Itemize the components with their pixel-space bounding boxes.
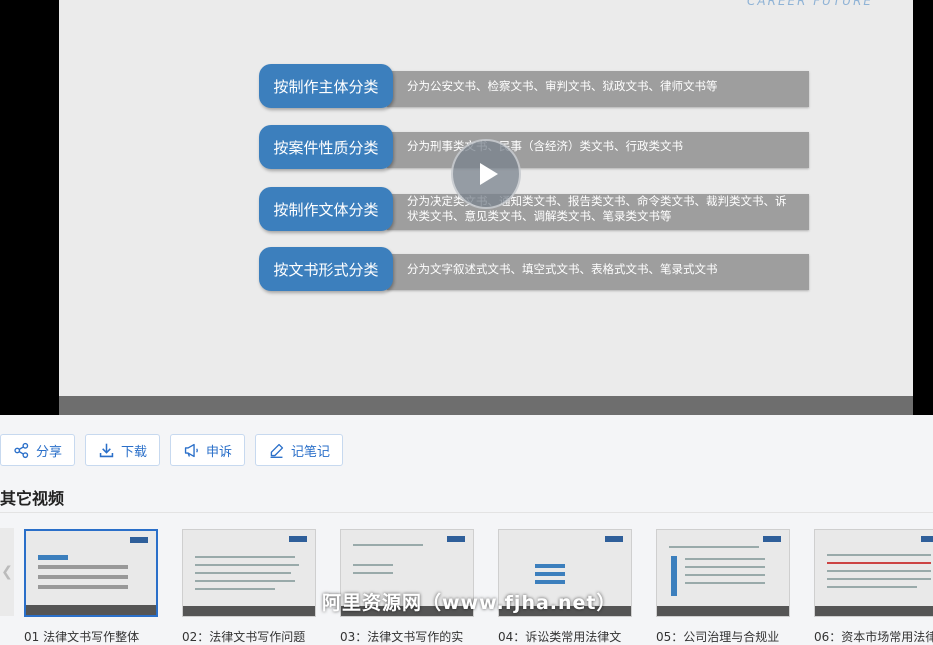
- video-thumbnail[interactable]: [24, 529, 158, 617]
- slide-row: 按制作主体分类 分为公安文书、检察文书、审判文书、狱政文书、律师文书等: [259, 64, 809, 108]
- video-player[interactable]: CAREER FUTURE 按制作主体分类 分为公安文书、检察文书、审判文书、狱…: [0, 0, 933, 415]
- slide-row: 按文书形式分类 分为文字叙述式文书、填空式文书、表格式文书、笔录式文书: [259, 247, 809, 291]
- divider: [0, 512, 933, 513]
- video-thumbnail[interactable]: [656, 529, 790, 617]
- action-toolbar: 分享 下载 申诉 记笔记: [0, 434, 343, 468]
- carousel-prev-button[interactable]: ❮: [0, 528, 14, 616]
- slide-logo: CAREER FUTURE: [747, 0, 873, 8]
- share-icon: [13, 442, 30, 459]
- video-title[interactable]: 02：法律文书写作问题: [182, 628, 316, 645]
- notes-button[interactable]: 记笔记: [255, 434, 343, 466]
- download-button[interactable]: 下载: [85, 434, 160, 466]
- section-title: 其它视频: [0, 485, 64, 509]
- video-title[interactable]: 05：公司治理与合规业: [656, 628, 790, 645]
- row-desc: 分为公安文书、检察文书、审判文书、狱政文书、律师文书等: [407, 79, 797, 94]
- share-label: 分享: [36, 441, 62, 460]
- play-button[interactable]: [451, 139, 521, 209]
- video-title[interactable]: 01 法律文书写作整体: [24, 628, 158, 645]
- row-label: 按案件性质分类: [259, 125, 393, 169]
- slide-row: 按案件性质分类 分为刑事类文书、民事（含经济）类文书、行政类文书: [259, 125, 809, 169]
- chevron-left-icon: ❮: [1, 564, 13, 580]
- row-label: 按制作文体分类: [259, 187, 393, 231]
- row-desc: 分为文字叙述式文书、填空式文书、表格式文书、笔录式文书: [407, 262, 797, 277]
- row-label: 按制作主体分类: [259, 64, 393, 108]
- video-thumbnail[interactable]: [814, 529, 933, 617]
- player-control-bar[interactable]: [59, 396, 913, 415]
- notes-label: 记笔记: [291, 441, 330, 460]
- video-thumbnail[interactable]: [182, 529, 316, 617]
- download-label: 下载: [121, 441, 147, 460]
- report-button[interactable]: 申诉: [170, 434, 245, 466]
- watermark: 阿里资源网（www.fjha.net）: [322, 588, 617, 615]
- megaphone-icon: [183, 442, 200, 459]
- share-button[interactable]: 分享: [0, 434, 75, 466]
- report-label: 申诉: [206, 441, 232, 460]
- download-icon: [98, 442, 115, 459]
- slide-row: 按制作文体分类 分为决定类文书、通知类文书、报告类文书、命令类文书、裁判类文书、…: [259, 187, 809, 231]
- video-title[interactable]: 06：资本市场常用法律: [814, 628, 933, 645]
- row-label: 按文书形式分类: [259, 247, 393, 291]
- video-title[interactable]: 03：法律文书写作的实: [340, 628, 474, 645]
- video-title[interactable]: 04：诉讼类常用法律文: [498, 628, 632, 645]
- pen-icon: [268, 442, 285, 459]
